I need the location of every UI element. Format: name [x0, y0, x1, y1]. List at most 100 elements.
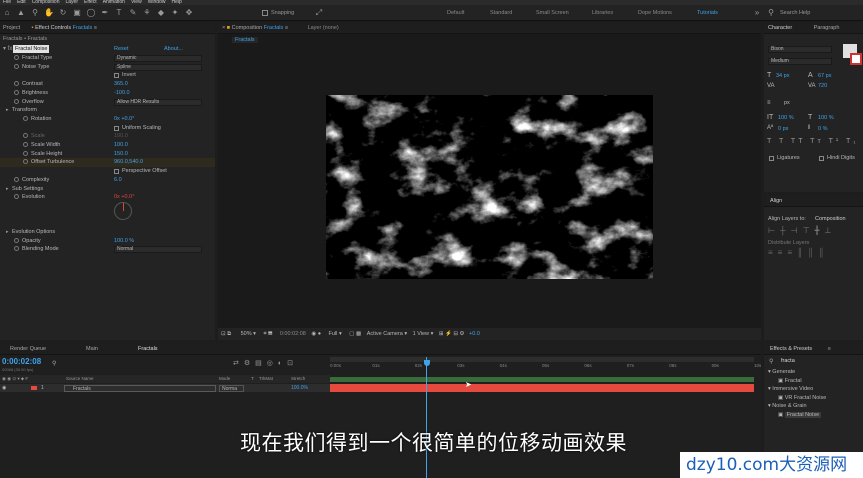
time-ruler[interactable]: 0:00s 01s 02s 03s 04s 05s 06s 07s 08s 09s 10s: [330, 363, 761, 373]
align-to-dropdown[interactable]: Composition: [815, 216, 846, 222]
property-checkbox[interactable]: [114, 125, 119, 131]
timeline-tab[interactable]: Main: [86, 343, 98, 354]
timeline-icon[interactable]: ⊟: [453, 331, 458, 337]
property-row[interactable]: Scale Width 100.0: [0, 141, 215, 150]
property-row[interactable]: Fractal Type Dynamic: [0, 54, 215, 63]
work-area-bar[interactable]: [330, 357, 754, 362]
baseline-value[interactable]: 0 px: [778, 126, 788, 132]
roi-icon[interactable]: ▢: [349, 331, 354, 337]
reset-link[interactable]: Reset: [114, 45, 128, 53]
stopwatch-icon[interactable]: [14, 63, 19, 72]
property-row[interactable]: Uniform Scaling: [0, 124, 215, 133]
snapshot-icon[interactable]: ◉: [311, 331, 316, 337]
property-row[interactable]: Evolution 0x +0.0°: [0, 193, 215, 202]
roto-tool-icon[interactable]: ✦: [170, 8, 180, 18]
brush-tool-icon[interactable]: ✎: [128, 8, 138, 18]
puppet-tool-icon[interactable]: ✥: [184, 8, 194, 18]
stroke-color-swatch[interactable]: [850, 53, 862, 65]
property-row[interactable]: Overflow Allow HDR Results: [0, 98, 215, 107]
effects-tree-item[interactable]: ▣ Fractal: [778, 378, 802, 384]
property-row[interactable]: ▸ Transform: [0, 106, 215, 115]
clone-tool-icon[interactable]: ⚘: [142, 8, 152, 18]
tab-effect-controls[interactable]: Effect Controls: [35, 25, 71, 31]
effects-tree-item[interactable]: ▾ Noise & Grain: [768, 403, 807, 409]
zoom-tool-icon[interactable]: ⚲: [30, 8, 40, 18]
property-row[interactable]: Complexity 6.0: [0, 176, 215, 185]
playhead-handle[interactable]: [423, 360, 430, 366]
type-tool-icon[interactable]: T: [114, 8, 124, 18]
snapping-checkbox[interactable]: [262, 10, 268, 16]
workspace-tab[interactable]: Libraries: [592, 10, 613, 16]
ellipse-tool-icon[interactable]: ◯: [86, 8, 96, 18]
tab-layer[interactable]: Layer (none): [308, 25, 339, 31]
vertical-scale-value[interactable]: 100 %: [778, 115, 794, 121]
property-row[interactable]: [0, 219, 215, 228]
stopwatch-icon[interactable]: [23, 150, 28, 159]
workspace-tab[interactable]: Small Screen: [536, 10, 569, 16]
transparency-icon[interactable]: ▩: [356, 331, 361, 337]
property-row[interactable]: Opacity 100.0 %: [0, 237, 215, 246]
visibility-icon[interactable]: ◉: [2, 385, 6, 391]
property-row[interactable]: Offset Turbulence 960.0,540.0: [0, 158, 215, 167]
tsume-value[interactable]: 0 %: [818, 126, 827, 132]
search-icon[interactable]: ⚲: [766, 8, 776, 18]
property-value[interactable]: 100.0: [114, 132, 128, 141]
property-value[interactable]: -100.0: [114, 89, 130, 98]
property-dropdown[interactable]: Allow HDR Results: [114, 98, 202, 106]
current-time[interactable]: 0:00:02:08: [280, 331, 306, 337]
layer-row[interactable]: ◉ 1 Fractals Norma 100.0%: [0, 384, 330, 392]
property-row[interactable]: ▸ Evolution Options: [0, 228, 215, 237]
comp-breadcrumb[interactable]: Fractals: [232, 37, 258, 43]
tracking-value[interactable]: 720: [818, 83, 827, 89]
zoom-dropdown[interactable]: 50%: [241, 331, 252, 337]
horizontal-scale-value[interactable]: 100 %: [818, 115, 834, 121]
workspace-tab[interactable]: Dope Motions: [638, 10, 672, 16]
camera-tool-icon[interactable]: ▣: [72, 8, 82, 18]
panel-menu-icon[interactable]: ≡: [285, 25, 288, 31]
hand-tool-icon[interactable]: ✋: [44, 8, 54, 18]
selection-tool-icon[interactable]: ▲: [16, 8, 26, 18]
search-icon[interactable]: ⚲: [52, 360, 56, 367]
work-area-range[interactable]: [330, 377, 754, 382]
timeline-tab[interactable]: Render Queue: [10, 343, 46, 354]
effects-tree-item[interactable]: ▣ VR Fractal Noise: [778, 395, 826, 401]
search-help-field[interactable]: Search Help: [780, 10, 810, 16]
chevron-down-icon[interactable]: ▾: [339, 331, 342, 337]
tab-composition[interactable]: Composition: [232, 25, 263, 31]
close-icon[interactable]: ×: [222, 25, 225, 31]
eraser-tool-icon[interactable]: ◆: [156, 8, 166, 18]
font-style-dropdown[interactable]: Medium: [768, 58, 832, 65]
region-icon[interactable]: ⧉: [227, 331, 231, 337]
property-value[interactable]: 150.0: [114, 150, 128, 159]
composition-viewer[interactable]: [326, 95, 653, 279]
effects-tree-item[interactable]: ▣ Fractal Noise: [778, 412, 822, 418]
layer-stretch[interactable]: 100.0%: [291, 384, 308, 392]
pen-tool-icon[interactable]: ✒: [100, 8, 110, 18]
property-row[interactable]: [0, 211, 215, 220]
font-size-value[interactable]: 34 px: [776, 73, 789, 79]
hindi-digits-checkbox[interactable]: [819, 156, 824, 161]
property-value[interactable]: 6.0: [114, 176, 122, 185]
property-row[interactable]: Invert: [0, 71, 215, 80]
expand-icon[interactable]: ▸: [6, 228, 9, 237]
stopwatch-icon[interactable]: [14, 176, 19, 185]
chevron-down-icon[interactable]: ▾: [253, 331, 256, 337]
expand-icon[interactable]: ▸: [6, 106, 9, 115]
property-row[interactable]: Contrast 365.0: [0, 80, 215, 89]
fit-icon[interactable]: ⌗: [263, 331, 266, 337]
property-row[interactable]: Noise Type Spline: [0, 63, 215, 72]
stopwatch-icon[interactable]: [14, 54, 19, 63]
camera-dropdown[interactable]: Active Camera: [367, 331, 403, 337]
property-row[interactable]: Blending Mode Normal: [0, 245, 215, 254]
stopwatch-icon[interactable]: [23, 158, 28, 167]
property-row[interactable]: Brightness -100.0: [0, 89, 215, 98]
home-icon[interactable]: ⌂: [2, 8, 12, 18]
layer-mode-dropdown[interactable]: Norma: [219, 384, 244, 392]
unit-dropdown[interactable]: px: [784, 100, 790, 106]
always-preview-icon[interactable]: ⊡: [221, 331, 226, 337]
expand-icon[interactable]: ▸: [6, 185, 9, 194]
layer-name[interactable]: Fractals: [64, 384, 216, 392]
grid-icon[interactable]: ▦: [268, 331, 272, 337]
effects-search-input[interactable]: fracta: [781, 358, 795, 364]
property-checkbox[interactable]: [114, 73, 119, 79]
